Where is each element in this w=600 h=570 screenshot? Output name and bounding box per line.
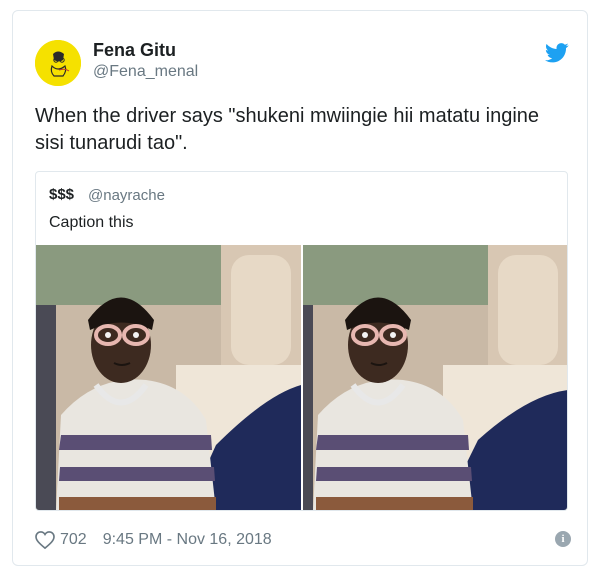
- tweet-footer: 702 9:45 PM - Nov 16, 2018: [35, 528, 272, 552]
- avatar-illustration: [35, 40, 81, 86]
- quoted-author-name[interactable]: $$$: [49, 186, 74, 203]
- heart-icon[interactable]: [35, 531, 55, 550]
- twitter-bird-icon[interactable]: [544, 42, 569, 64]
- tweet-timestamp[interactable]: 9:45 PM - Nov 16, 2018: [103, 531, 272, 549]
- quoted-media: [36, 245, 567, 510]
- author-handle[interactable]: @Fena_menal: [93, 63, 198, 81]
- quoted-photo-right[interactable]: [302, 245, 567, 510]
- quoted-text: Caption this: [49, 214, 134, 231]
- quoted-author-handle[interactable]: @nayrache: [88, 187, 165, 204]
- author-name[interactable]: Fena Gitu: [93, 40, 176, 61]
- info-icon[interactable]: i: [555, 531, 571, 547]
- quoted-tweet[interactable]: $$$ @nayrache Caption this: [35, 171, 568, 511]
- quoted-photo-left[interactable]: [36, 245, 301, 510]
- author-avatar[interactable]: [35, 40, 81, 86]
- like-count[interactable]: 702: [60, 531, 87, 549]
- tweet-text: When the driver says "shukeni mwiingie h…: [35, 105, 540, 154]
- tweet-card: Fena Gitu @Fena_menal When the driver sa…: [12, 10, 588, 566]
